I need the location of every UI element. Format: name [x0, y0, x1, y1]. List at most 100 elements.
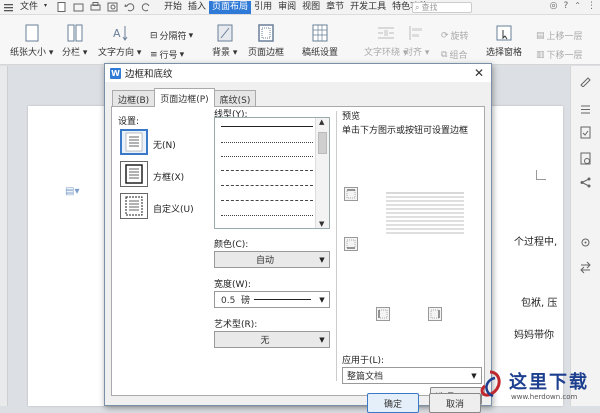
tab-borders[interactable]: 边框(B)	[112, 90, 156, 107]
menu-home[interactable]: 开始	[161, 1, 185, 14]
art-dropdown[interactable]: 无 ▼	[214, 331, 330, 348]
transfer-icon[interactable]	[579, 261, 592, 274]
color-dropdown[interactable]: 自动 ▼	[214, 251, 330, 268]
combine-label: 组合	[449, 51, 468, 61]
document-check-icon[interactable]	[579, 126, 592, 139]
tab-shading[interactable]: 底纹(S)	[213, 90, 257, 107]
pen-icon[interactable]	[579, 74, 592, 87]
chevron-down-icon[interactable]: ▾	[44, 2, 50, 12]
chevron-up-icon[interactable]: ⌃	[574, 1, 581, 11]
menu-developer[interactable]: 开发工具	[347, 1, 389, 14]
search-placeholder: 查找	[421, 3, 438, 12]
line-style-solid[interactable]	[221, 126, 313, 127]
line-style-dashed-long[interactable]	[221, 185, 313, 186]
bottom-border-button[interactable]	[344, 237, 358, 251]
dialog-title-bar[interactable]: W 边框和底纹 ✕	[105, 64, 491, 82]
columns-label: 分栏	[62, 48, 81, 58]
setting-none-button[interactable]	[120, 129, 148, 155]
art-value: 无	[260, 336, 270, 346]
right-side-panel	[570, 66, 600, 406]
setting-box-button[interactable]	[120, 161, 148, 187]
undo-icon[interactable]	[124, 2, 135, 12]
line-style-dash-dot-dot[interactable]	[221, 215, 313, 216]
menu-view[interactable]: 视图	[299, 1, 323, 14]
line-style-list[interactable]: ▲ ▼	[214, 117, 330, 229]
send-backward-icon: ▥	[536, 49, 545, 60]
preview-area	[340, 167, 480, 321]
align-button[interactable]: 对齐 ▾	[404, 24, 429, 58]
paper-size-icon	[25, 24, 39, 42]
more-icon[interactable]: ⋮	[587, 1, 596, 11]
menu-page-layout[interactable]: 页面布局	[209, 0, 252, 14]
wps-logo-icon: W	[110, 67, 121, 79]
bring-forward-button[interactable]: ▤ 上移一层	[536, 29, 583, 43]
menu-review[interactable]: 审阅	[275, 1, 299, 14]
bottom-border-icon	[346, 239, 356, 249]
scroll-down-icon[interactable]: ▼	[319, 220, 324, 228]
help-icon[interactable]: ?	[564, 1, 569, 11]
page-border-panel: 设置: 无(N) 方框(X) 自定义(U) 线型(Y): ▲ ▼ 颜色(C): …	[111, 106, 485, 405]
setting-custom-label[interactable]: 自定义(U)	[153, 202, 194, 215]
apply-to-label: 应用于(L):	[342, 356, 385, 366]
ok-button[interactable]: 确定	[367, 393, 419, 413]
send-backward-button[interactable]: ▥ 下移一层	[536, 48, 583, 62]
paper-size-button[interactable]: 纸张大小 ▾	[10, 24, 53, 58]
text-direction-icon: A	[113, 26, 128, 41]
menu-section[interactable]: 章节	[323, 1, 347, 14]
left-border-button[interactable]	[376, 307, 390, 321]
line-style-dashed[interactable]	[221, 170, 313, 171]
settings-icon[interactable]	[579, 236, 592, 249]
open-folder-icon[interactable]	[73, 2, 84, 12]
menu-insert[interactable]: 插入	[185, 1, 209, 14]
line-style-dotted[interactable]	[221, 142, 313, 143]
ribbon: 纸张大小 ▾ 分栏 ▾ A 文字方向 ▾ ⊟ 分隔符 ▾ ≡ 行号 ▾ 背景 ▾…	[0, 15, 600, 65]
columns-button[interactable]: 分栏 ▾	[62, 24, 87, 58]
properties-icon[interactable]	[579, 103, 592, 116]
share-icon[interactable]	[579, 176, 592, 189]
apply-to-dropdown[interactable]: 整篇文档 ▼	[342, 367, 482, 384]
tab-page-border[interactable]: 页面边框(P)	[154, 88, 215, 107]
search-input[interactable]: ⌕ 查找	[412, 2, 472, 13]
setting-custom-button[interactable]	[120, 193, 148, 219]
print-preview-icon[interactable]	[107, 2, 118, 12]
setting-box-label[interactable]: 方框(X)	[153, 170, 184, 183]
scroll-thumb[interactable]	[318, 132, 327, 154]
draft-paper-icon	[312, 24, 328, 42]
watermark-url: www.herdown.com	[511, 393, 578, 401]
rotate-button[interactable]: ⟳ 旋转	[441, 29, 469, 43]
menu-file[interactable]: 文件	[17, 1, 41, 14]
text-direction-button[interactable]: A 文字方向 ▾	[98, 24, 141, 58]
text-wrap-button[interactable]: 文字环绕 ▾	[364, 24, 407, 58]
print-icon[interactable]	[90, 2, 101, 12]
line-number-button[interactable]: ≡ 行号 ▾	[150, 48, 184, 62]
close-icon[interactable]: ✕	[474, 66, 484, 80]
right-border-button[interactable]	[428, 307, 442, 321]
draft-paper-button[interactable]: 稿纸设置	[302, 24, 338, 58]
combine-button[interactable]: ⧉ 组合	[441, 48, 468, 62]
text-wrap-icon	[377, 27, 394, 39]
new-document-icon[interactable]	[56, 2, 67, 12]
custom-border-icon	[125, 196, 143, 216]
redo-icon[interactable]	[141, 2, 152, 12]
width-dropdown[interactable]: 0.5 磅 ▼	[214, 291, 330, 308]
user-icon[interactable]: ◎	[550, 1, 558, 11]
select-pane-button[interactable]: 选择窗格	[486, 24, 522, 58]
width-label: 宽度(W):	[214, 280, 251, 290]
page-border-button[interactable]: 页面边框	[248, 24, 284, 58]
scroll-up-icon[interactable]: ▲	[319, 118, 324, 126]
svg-text:A: A	[113, 27, 121, 40]
menu-references[interactable]: 引用	[251, 1, 275, 14]
columns-icon	[67, 24, 83, 42]
separator-button[interactable]: ⊟ 分隔符 ▾	[150, 29, 193, 43]
background-button[interactable]: 背景 ▾	[212, 24, 237, 58]
hamburger-icon[interactable]	[3, 2, 14, 12]
line-style-scrollbar[interactable]: ▲ ▼	[315, 118, 329, 228]
paragraph-icon[interactable]: ▤▾	[65, 186, 79, 197]
setting-none-label[interactable]: 无(N)	[153, 138, 176, 151]
top-border-button[interactable]	[344, 187, 358, 201]
align-icon	[409, 26, 422, 40]
line-style-dash-dot[interactable]	[221, 200, 313, 201]
line-style-dotted-2[interactable]	[221, 156, 313, 157]
document-info-icon[interactable]	[579, 152, 592, 165]
cancel-button[interactable]: 取消	[429, 393, 481, 413]
